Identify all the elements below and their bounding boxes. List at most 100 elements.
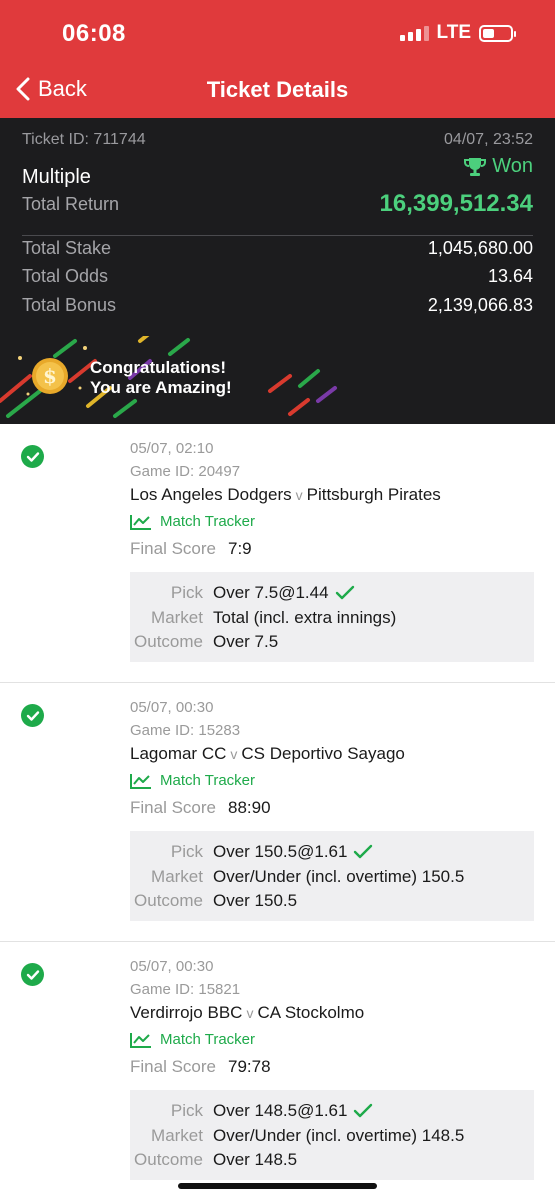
total-stake-value: 1,045,680.00: [427, 238, 533, 258]
checkmark-icon: [335, 585, 354, 600]
market-value: Total (incl. extra innings): [213, 608, 397, 627]
outcome-label: Outcome: [134, 632, 203, 651]
versus-label: v: [246, 1005, 254, 1021]
total-odds-label: Total Odds: [22, 266, 109, 286]
bet-datetime: 05/07, 02:10: [130, 440, 214, 457]
total-return-value: 16,399,512.34: [379, 190, 533, 217]
total-odds-value: 13.64: [487, 266, 533, 286]
ticket-date: 04/07, 23:52: [444, 131, 533, 148]
ticket-summary: Ticket ID: 711744 04/07, 23:52 Won Multi…: [0, 118, 555, 424]
home-team: Verdirrojo BBC: [130, 1003, 243, 1022]
bet-teams: Lagomar CC v CS Deportivo Sayago: [130, 744, 405, 764]
bet-type: Multiple: [22, 166, 91, 188]
final-score: Final Score 79:78: [130, 1057, 271, 1077]
outcome-row: Outcome Over 150.5: [130, 891, 297, 911]
outcome-value: Over 148.5: [213, 1150, 298, 1169]
congrats-line-1: Congratulations!: [90, 358, 226, 377]
away-team: CS Deportivo Sayago: [241, 744, 405, 763]
match-tracker-link[interactable]: Match Tracker: [130, 772, 255, 789]
outcome-value: Over 150.5: [213, 891, 298, 910]
pick-details: Pick Over 148.5@1.61 Market Over/Under (…: [130, 1090, 534, 1180]
outcome-value: Over 7.5: [213, 632, 279, 651]
app-header: 06:08 LTE Back Ticket Details: [0, 0, 555, 118]
check-circle-icon: [21, 445, 44, 468]
pick-label: Pick: [170, 1101, 203, 1120]
market-label: Market: [151, 867, 203, 886]
battery-icon: [479, 24, 516, 42]
back-button[interactable]: Back: [16, 76, 87, 102]
versus-label: v: [295, 487, 303, 503]
final-score: Final Score 88:90: [130, 798, 271, 818]
pick-label: Pick: [170, 842, 203, 861]
signal-icon: [399, 25, 429, 41]
congrats-message: Congratulations! You are Amazing!: [90, 358, 232, 398]
match-tracker-label: Match Tracker: [160, 513, 256, 530]
summary-divider: [22, 235, 533, 236]
total-bonus-label: Total Bonus: [22, 295, 117, 315]
outcome-row: Outcome Over 7.5: [130, 632, 278, 652]
market-value: Over/Under (incl. overtime) 148.5: [213, 1126, 465, 1145]
line-chart-icon: [130, 773, 151, 789]
pick-row: Pick Over 148.5@1.61: [130, 1101, 373, 1121]
pick-value: Over 7.5@1.44: [213, 583, 329, 602]
congrats-line-2: You are Amazing!: [90, 378, 232, 397]
back-label: Back: [38, 76, 87, 101]
market-row: Market Over/Under (incl. overtime) 148.5: [130, 1126, 464, 1146]
congrats-banner-graphic: $: [0, 336, 337, 418]
status-indicators: LTE: [399, 22, 516, 44]
outcome-row: Outcome Over 148.5: [130, 1150, 297, 1170]
home-team: Lagomar CC: [130, 744, 227, 763]
checkmark-icon: [354, 1103, 373, 1118]
home-indicator[interactable]: [178, 1183, 377, 1189]
pick-row: Pick Over 7.5@1.44: [130, 583, 355, 603]
total-stake-label: Total Stake: [22, 238, 112, 258]
game-id: Game ID: 15821: [130, 981, 241, 998]
pick-label: Pick: [170, 583, 203, 602]
bet-teams: Los Angeles Dodgers v Pittsburgh Pirates: [130, 485, 441, 505]
network-type: LTE: [436, 22, 471, 43]
final-score-label: Final Score: [130, 798, 216, 817]
outcome-label: Outcome: [134, 891, 203, 910]
match-tracker-link[interactable]: Match Tracker: [130, 513, 255, 530]
final-score-value: 79:78: [227, 1057, 271, 1076]
pick-value: Over 148.5@1.61: [213, 1101, 348, 1120]
bet-item: 05/07, 02:10 Game ID: 20497 Los Angeles …: [0, 424, 555, 683]
game-id: Game ID: 15283: [130, 722, 241, 739]
away-team: Pittsburgh Pirates: [306, 485, 441, 504]
market-value: Over/Under (incl. overtime) 150.5: [213, 867, 465, 886]
market-row: Market Over/Under (incl. overtime) 150.5: [130, 867, 464, 887]
bet-datetime: 05/07, 00:30: [130, 958, 214, 975]
total-bonus-value: 2,139,066.83: [427, 295, 533, 315]
away-team: CA Stockolmo: [257, 1003, 365, 1022]
pick-details: Pick Over 150.5@1.61 Market Over/Under (…: [130, 831, 534, 921]
status-time: 06:08: [62, 20, 126, 47]
home-team: Los Angeles Dodgers: [130, 485, 292, 504]
match-tracker-label: Match Tracker: [160, 772, 256, 789]
final-score-label: Final Score: [130, 539, 216, 558]
pick-details: Pick Over 7.5@1.44 Market Total (incl. e…: [130, 572, 534, 662]
bet-item: 05/07, 00:30 Game ID: 15821 Verdirrojo B…: [0, 942, 555, 1200]
versus-label: v: [230, 746, 238, 762]
bet-teams: Verdirrojo BBC v CA Stockolmo: [130, 1003, 364, 1023]
market-label: Market: [151, 1126, 203, 1145]
market-row: Market Total (incl. extra innings): [130, 608, 396, 628]
line-chart-icon: [130, 514, 151, 530]
ticket-id: Ticket ID: 711744: [22, 131, 146, 148]
final-score: Final Score 7:9: [130, 539, 252, 559]
pick-row: Pick Over 150.5@1.61: [130, 842, 373, 862]
match-tracker-label: Match Tracker: [160, 1031, 256, 1048]
final-score-value: 88:90: [227, 798, 271, 817]
final-score-value: 7:9: [227, 539, 252, 558]
svg-text:$: $: [43, 364, 57, 388]
checkmark-icon: [354, 844, 373, 859]
pick-value: Over 150.5@1.61: [213, 842, 348, 861]
outcome-label: Outcome: [134, 1150, 203, 1169]
match-tracker-link[interactable]: Match Tracker: [130, 1031, 255, 1048]
check-circle-icon: [21, 704, 44, 727]
chevron-left-icon: [16, 77, 30, 101]
bet-datetime: 05/07, 00:30: [130, 699, 214, 716]
game-id: Game ID: 20497: [130, 463, 241, 480]
check-circle-icon: [21, 963, 44, 986]
final-score-label: Final Score: [130, 1057, 216, 1076]
total-return-label: Total Return: [22, 193, 120, 214]
